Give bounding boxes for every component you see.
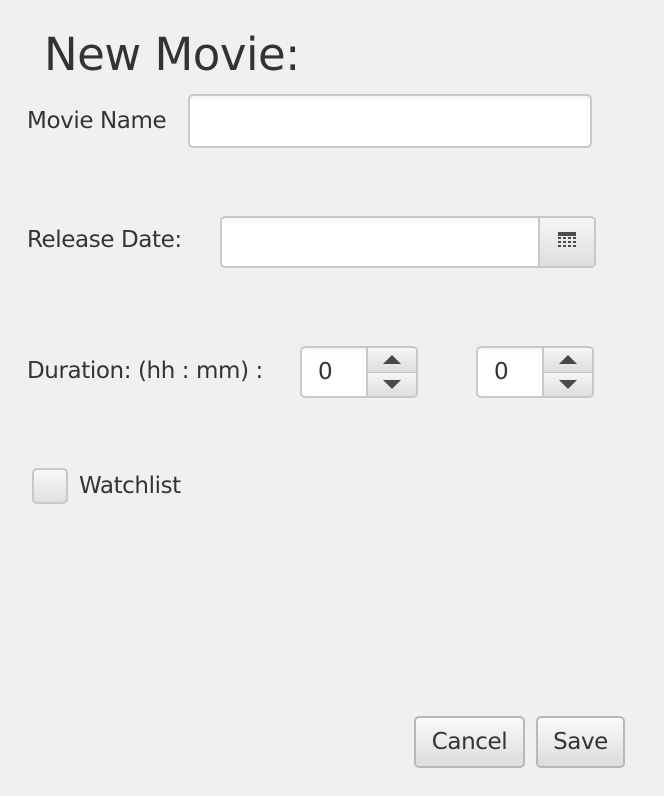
minutes-decrement-button[interactable] (544, 371, 592, 396)
release-date-label: Release Date: (27, 227, 182, 253)
arrow-down-icon (559, 379, 577, 389)
watchlist-label[interactable]: Watchlist (79, 471, 181, 501)
arrow-up-icon (383, 355, 401, 365)
hours-input[interactable] (302, 348, 366, 396)
cancel-button[interactable]: Cancel (414, 716, 525, 768)
dialog-title: New Movie: (44, 28, 300, 81)
save-button[interactable]: Save (536, 716, 625, 768)
hours-spinner (300, 346, 418, 398)
watchlist-checkbox[interactable] (32, 468, 68, 504)
release-date-input[interactable] (222, 218, 538, 266)
minutes-increment-button[interactable] (544, 348, 592, 372)
arrow-up-icon (559, 355, 577, 365)
release-date-picker (220, 216, 596, 268)
hours-increment-button[interactable] (368, 348, 416, 372)
movie-name-label: Movie Name (27, 108, 167, 134)
minutes-input[interactable] (478, 348, 542, 396)
minutes-spin-buttons (542, 348, 592, 396)
movie-name-input[interactable] (188, 94, 592, 148)
duration-label: Duration: (hh : mm) : (27, 358, 263, 384)
calendar-button[interactable] (538, 218, 594, 266)
arrow-down-icon (383, 379, 401, 389)
hours-spin-buttons (366, 348, 416, 396)
minutes-spinner (476, 346, 594, 398)
hours-decrement-button[interactable] (368, 371, 416, 396)
calendar-icon (558, 232, 576, 252)
